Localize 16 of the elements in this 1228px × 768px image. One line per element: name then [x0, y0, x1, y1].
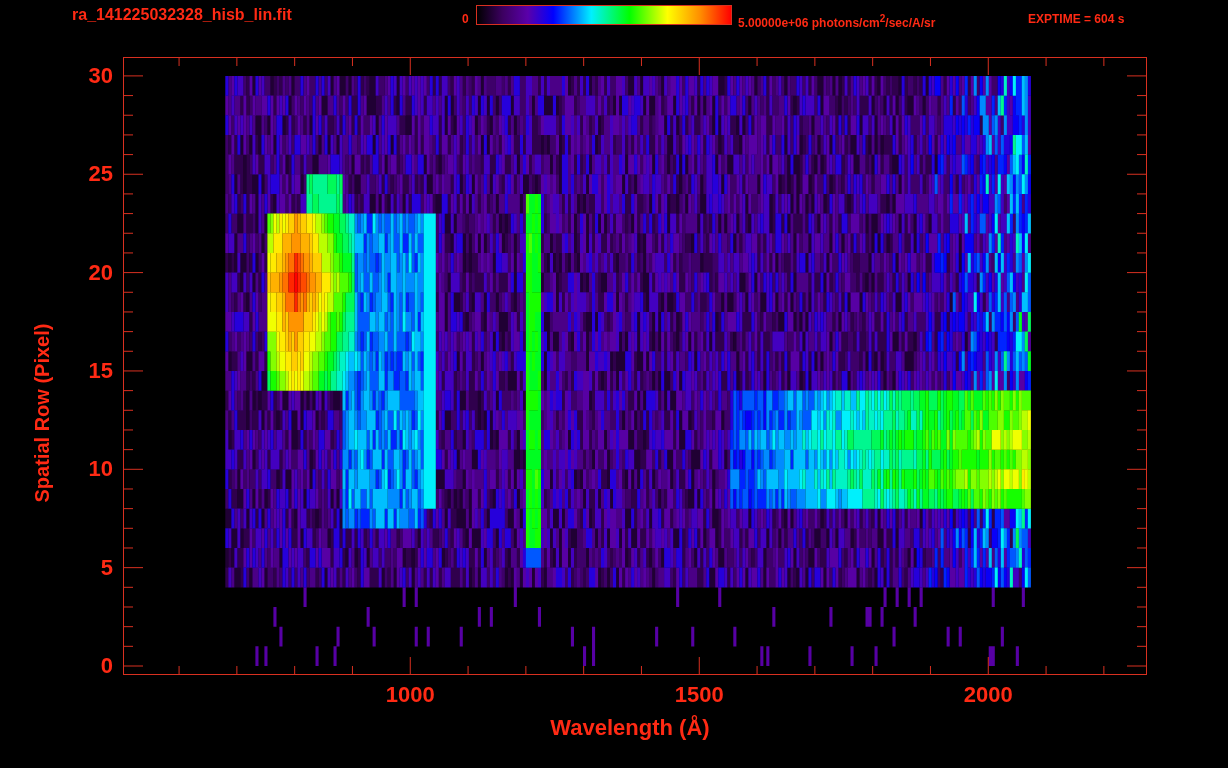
- y-tick-label: 20: [88, 260, 113, 285]
- x-tick-label: 2000: [962, 681, 1014, 709]
- colorbar-min-label: 0: [462, 11, 470, 28]
- y-tick-label: 30: [88, 63, 113, 88]
- y-tick-label: 10: [88, 457, 113, 482]
- file-title: ra_141225032328_hisb_lin.fit: [72, 5, 293, 25]
- y-tick-label: 15: [88, 358, 113, 383]
- y-tick-label: 25: [88, 162, 113, 187]
- exposure-time: EXPTIME = 604 s: [1028, 11, 1125, 28]
- y-tick-label: 0: [100, 654, 113, 678]
- y-axis-label: Spatial Row (Pixel): [30, 323, 54, 503]
- y-tick-label: 5: [100, 555, 113, 580]
- colorbar-max-label: 5.00000e+06 photons/cm$^{2}$/sec/A/sr: [738, 12, 937, 32]
- x-axis-label: Wavelength (Å): [550, 715, 710, 741]
- x-tick-label: 1500: [673, 681, 725, 709]
- x-tick-label: 1000: [384, 681, 436, 709]
